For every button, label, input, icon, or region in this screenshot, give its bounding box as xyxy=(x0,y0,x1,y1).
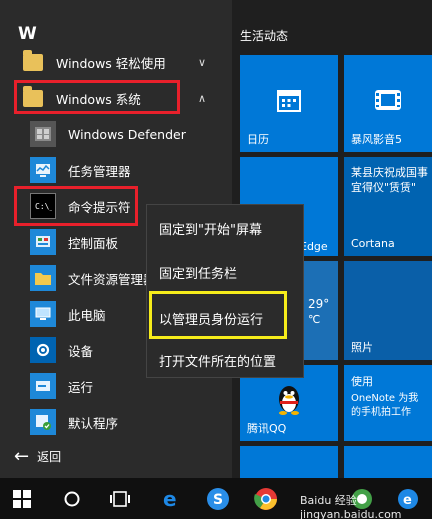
tile-partial[interactable] xyxy=(240,446,338,478)
task-view-button[interactable] xyxy=(98,478,142,519)
tile-news[interactable]: 某县庆祝成国事 宜得仪"赁赁" Cortana xyxy=(344,157,432,256)
defender-icon xyxy=(30,121,56,147)
app-label: Windows Defender xyxy=(68,126,186,142)
task-manager-icon xyxy=(30,157,56,183)
back-button[interactable]: ← 返回 xyxy=(14,446,61,467)
sogou-icon: S xyxy=(207,487,229,510)
edge-icon: e xyxy=(163,487,177,511)
app-label: 设备 xyxy=(68,343,94,359)
menu-item-open-file-location[interactable]: 打开文件所在的位置 xyxy=(159,351,276,370)
app-label: 运行 xyxy=(68,379,94,395)
arrow-left-icon: ← xyxy=(14,446,30,467)
yellow-highlight-box xyxy=(149,291,287,339)
taskbar-chrome[interactable] xyxy=(244,478,288,519)
app-label: 文件资源管理器 xyxy=(68,271,156,287)
gear-icon xyxy=(30,337,56,363)
film-icon xyxy=(373,87,403,117)
app-default-programs[interactable]: 默认程序 xyxy=(0,404,232,440)
tile-storm-player[interactable]: 暴风影音5 xyxy=(344,55,432,152)
chevron-up-icon: ∧ xyxy=(198,91,207,105)
start-button[interactable] xyxy=(0,478,44,519)
tile-partial[interactable] xyxy=(344,446,432,478)
windows-logo-icon xyxy=(13,489,31,508)
app-label: Windows 轻松使用 xyxy=(56,55,166,71)
edge-label: Edge xyxy=(300,240,328,253)
red-highlight-box xyxy=(14,186,138,226)
tile-label: 照片 xyxy=(351,341,373,354)
red-highlight-box xyxy=(14,80,180,114)
tile-label: Cortana xyxy=(351,237,395,250)
app-folder-ease-of-access[interactable]: Windows 轻松使用 ∨ xyxy=(0,44,232,80)
taskbar-sogou[interactable]: S xyxy=(196,478,240,519)
menu-item-pin-to-taskbar[interactable]: 固定到任务栏 xyxy=(159,263,237,282)
news-headline: 某县庆祝成国事 宜得仪"赁赁" xyxy=(351,166,428,194)
app-task-manager[interactable]: 任务管理器 xyxy=(0,152,232,188)
chevron-down-icon: ∨ xyxy=(198,55,207,69)
run-icon xyxy=(30,373,56,399)
tile-group-title: 生活动态 xyxy=(240,29,289,43)
menu-item-pin-to-start[interactable]: 固定到"开始"屏幕 xyxy=(159,219,262,238)
file-explorer-icon xyxy=(30,265,56,291)
app-label: 默认程序 xyxy=(68,415,119,431)
app-label: 控制面板 xyxy=(68,235,119,251)
app-label: 任务管理器 xyxy=(68,163,131,179)
section-letter[interactable]: W xyxy=(18,24,37,44)
folder-icon xyxy=(20,49,46,75)
browser-icon xyxy=(254,487,277,510)
weather-temp: 29° xyxy=(308,297,330,311)
svg-text:S: S xyxy=(213,492,223,508)
control-panel-icon xyxy=(30,229,56,255)
app-windows-defender[interactable]: Windows Defender xyxy=(0,116,232,152)
penguin-icon xyxy=(274,382,304,420)
computer-icon xyxy=(30,301,56,327)
task-view-icon xyxy=(110,490,130,507)
onenote-line-2: 的手机拍工作 xyxy=(351,407,411,418)
taskbar-edge[interactable]: e xyxy=(150,478,194,519)
tile-onenote[interactable]: 使用 OneNote 为我 的手机拍工作 xyxy=(344,365,432,441)
calendar-icon xyxy=(275,86,303,118)
weather-unit: ℃ xyxy=(308,313,321,326)
search-button[interactable] xyxy=(50,478,94,519)
onenote-line-1: OneNote 为我 xyxy=(351,393,419,404)
circle-search-icon xyxy=(64,491,80,506)
svg-text:e: e xyxy=(163,487,177,511)
tile-label: 日历 xyxy=(247,133,269,146)
tile-label: 暴风影音5 xyxy=(351,133,402,146)
watermark: Baidu 经验 jingyan.baidu.com xyxy=(300,494,402,519)
app-label: 此电脑 xyxy=(68,307,106,323)
back-label: 返回 xyxy=(37,450,62,464)
default-programs-icon xyxy=(30,409,56,435)
tile-label: 腾讯QQ xyxy=(247,422,287,435)
tile-photos[interactable]: 照片 xyxy=(344,261,432,360)
onenote-title: 使用 xyxy=(351,375,373,388)
tile-calendar[interactable]: 日历 xyxy=(240,55,338,152)
